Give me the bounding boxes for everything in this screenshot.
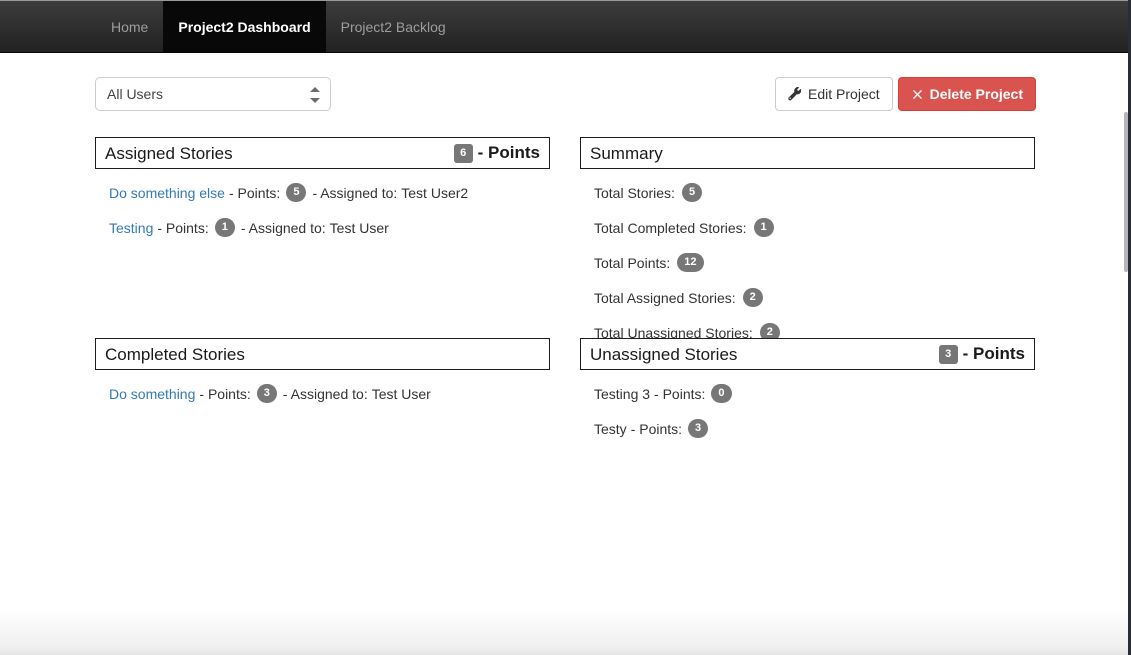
panel-assigned-stories: Assigned Stories 6 - Points Do something…: [95, 137, 550, 237]
panel-completed-stories-heading: Completed Stories: [95, 338, 550, 370]
story-link[interactable]: Do something else: [109, 186, 225, 200]
nav-item-home[interactable]: Home: [96, 1, 163, 53]
summary-label: Total Stories:: [594, 184, 675, 201]
story-points-badge: 1: [214, 218, 235, 237]
panel-completed-stories: Completed Stories Do something - Points:…: [95, 338, 550, 403]
nav-item-project2-backlog-label: Project2 Backlog: [340, 19, 446, 35]
unassigned-points-badge: 3: [938, 344, 958, 364]
story-points-label: - Points:: [157, 219, 209, 236]
story-name: Testy: [594, 420, 627, 437]
panel-summary-title: Summary: [590, 143, 663, 163]
list-item: Total Assigned Stories: 2: [594, 288, 1035, 307]
summary-value-badge: 2: [742, 288, 763, 307]
story-assignee: Test User: [371, 385, 431, 402]
list-item: Do something - Points: 3 - Assigned to: …: [109, 384, 550, 403]
panel-summary: Summary Total Stories: 5 Total Completed…: [580, 137, 1035, 342]
delete-project-button-label: Delete Project: [929, 86, 1023, 102]
panel-completed-stories-title: Completed Stories: [105, 344, 245, 364]
edit-project-button[interactable]: Edit Project: [775, 77, 893, 111]
list-item: Total Points: 12: [594, 253, 1035, 272]
story-points-label: - Points:: [199, 385, 251, 402]
panel-assigned-stories-body: Do something else - Points: 5 - Assigned…: [95, 169, 550, 237]
story-assignee-label: - Assigned to:: [282, 385, 368, 402]
summary-label: Total Completed Stories:: [594, 219, 747, 236]
story-points-label: - Points:: [654, 385, 706, 402]
select-stepper-icon: [310, 86, 321, 104]
panel-summary-heading: Summary: [580, 137, 1035, 169]
page-root: Home Project2 Dashboard Project2 Backlog…: [0, 0, 1131, 655]
summary-value-badge: 5: [681, 183, 703, 202]
panel-assigned-stories-title: Assigned Stories: [105, 143, 233, 163]
panel-summary-body: Total Stories: 5 Total Completed Stories…: [580, 169, 1035, 342]
story-points-badge: 0: [711, 384, 732, 403]
panel-unassigned-stories: Unassigned Stories 3 - Points Testing 3 …: [580, 338, 1035, 438]
summary-value-badge: 1: [753, 218, 774, 237]
user-filter-select[interactable]: All Users: [95, 77, 331, 111]
story-assignee: Test User2: [401, 184, 469, 201]
unassigned-points-label: - Points: [962, 344, 1025, 363]
panel-unassigned-stories-heading: Unassigned Stories 3 - Points: [580, 338, 1035, 370]
top-navbar: Home Project2 Dashboard Project2 Backlog: [0, 0, 1131, 53]
list-item: Total Completed Stories: 1: [594, 218, 1035, 237]
edit-project-button-label: Edit Project: [808, 86, 880, 102]
panel-unassigned-stories-body: Testing 3 - Points: 0 Testy - Points: 3: [580, 370, 1035, 438]
story-points-badge: 3: [256, 384, 277, 403]
story-assignee-label: - Assigned to:: [312, 184, 398, 201]
toolbar: All Users Edit Project Delete Project: [95, 77, 1036, 117]
list-item: Testy - Points: 3: [594, 419, 1035, 438]
list-item: Testing - Points: 1 - Assigned to: Test …: [109, 218, 550, 237]
list-item: Testing 3 - Points: 0: [594, 384, 1035, 403]
story-points-label: - Points:: [228, 184, 281, 201]
nav-item-project2-backlog[interactable]: Project2 Backlog: [326, 1, 461, 53]
page-content: All Users Edit Project Delete Project As…: [0, 53, 1131, 655]
panel-assigned-stories-points: 6 - Points: [453, 143, 540, 163]
assigned-points-badge: 6: [453, 143, 473, 163]
story-assignee-label: - Assigned to:: [240, 219, 326, 236]
story-assignee: Test User: [329, 219, 389, 236]
nav-item-project2-dashboard-label: Project2 Dashboard: [178, 19, 311, 35]
delete-project-button[interactable]: Delete Project: [897, 77, 1036, 111]
story-link[interactable]: Testing: [109, 221, 153, 235]
nav-item-home-label: Home: [111, 19, 149, 35]
summary-label: Total Points:: [594, 254, 671, 271]
panel-unassigned-stories-title: Unassigned Stories: [590, 344, 738, 364]
times-icon: [911, 88, 924, 101]
story-points-badge: 5: [286, 183, 307, 202]
nav-list: Home Project2 Dashboard Project2 Backlog: [96, 1, 461, 53]
story-points-label: - Points:: [630, 420, 683, 437]
user-filter-selected-value: All Users: [107, 86, 164, 102]
list-item: Total Stories: 5: [594, 183, 1035, 202]
project-actions: Edit Project Delete Project: [775, 77, 1036, 111]
story-link[interactable]: Do something: [109, 387, 195, 401]
story-name: Testing 3: [594, 385, 651, 402]
nav-item-project2-dashboard[interactable]: Project2 Dashboard: [163, 1, 326, 53]
panel-unassigned-stories-points: 3 - Points: [938, 344, 1025, 364]
summary-value-badge: 12: [677, 253, 704, 272]
story-points-badge: 3: [688, 419, 709, 438]
wrench-icon: [788, 87, 802, 101]
panel-assigned-stories-heading: Assigned Stories 6 - Points: [95, 137, 550, 169]
list-item: Do something else - Points: 5 - Assigned…: [109, 183, 550, 202]
summary-label: Total Assigned Stories:: [594, 289, 736, 306]
panel-completed-stories-body: Do something - Points: 3 - Assigned to: …: [95, 370, 550, 403]
assigned-points-label: - Points: [477, 143, 540, 162]
